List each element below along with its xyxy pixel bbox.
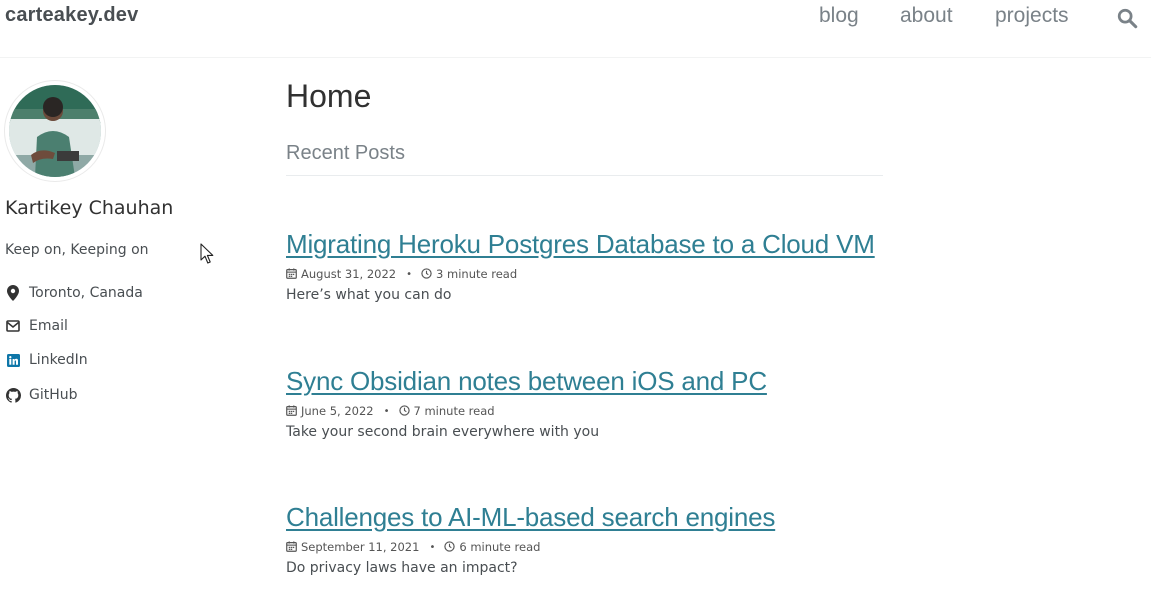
linkedin-link[interactable]: LinkedIn xyxy=(5,350,88,370)
post-title-link[interactable]: Sync Obsidian notes between iOS and PC xyxy=(286,366,767,397)
post-date: September 11, 2021 xyxy=(301,540,420,554)
masthead: carteakey.dev blog about projects xyxy=(0,0,1151,58)
post-date: June 5, 2022 xyxy=(301,404,374,418)
meta-separator: • xyxy=(406,268,413,280)
github-icon xyxy=(5,387,21,403)
post-meta: August 31, 2022 • 3 minute read xyxy=(286,267,906,281)
clock-icon xyxy=(398,405,411,417)
post-item: Sync Obsidian notes between iOS and PC J… xyxy=(286,366,906,440)
page-title: Home xyxy=(286,78,372,114)
avatar xyxy=(4,80,106,182)
envelope-icon xyxy=(5,318,21,334)
post-read-time: 6 minute read xyxy=(459,540,541,554)
post-title-link[interactable]: Migrating Heroku Postgres Database to a … xyxy=(286,229,875,260)
post-meta: September 11, 2021 • 6 minute read xyxy=(286,540,906,554)
clock-icon xyxy=(421,268,433,280)
meta-separator: • xyxy=(383,405,390,417)
map-marker-icon xyxy=(5,285,21,301)
email-label[interactable]: Email xyxy=(29,318,68,334)
location-label: Toronto, Canada xyxy=(29,285,143,301)
section-title-recent-posts: Recent Posts xyxy=(286,142,883,176)
github-link[interactable]: GitHub xyxy=(5,385,78,405)
author-bio: Keep on, Keeping on xyxy=(5,242,149,258)
linkedin-icon xyxy=(5,352,21,368)
calendar-icon xyxy=(286,405,298,417)
location-item: Toronto, Canada xyxy=(5,283,143,303)
post-title-link[interactable]: Challenges to AI-ML-based search engines xyxy=(286,502,775,533)
nav-link-blog[interactable]: blog xyxy=(819,4,859,28)
meta-separator: • xyxy=(429,541,436,553)
email-link[interactable]: Email xyxy=(5,316,68,336)
site-title-link[interactable]: carteakey.dev xyxy=(5,4,138,27)
search-icon[interactable] xyxy=(1114,5,1140,31)
post-item: Challenges to AI-ML-based search engines… xyxy=(286,502,906,576)
post-item: Migrating Heroku Postgres Database to a … xyxy=(286,229,906,303)
post-excerpt: Do privacy laws have an impact? xyxy=(286,560,518,576)
post-read-time: 7 minute read xyxy=(413,404,495,418)
post-excerpt: Take your second brain everywhere with y… xyxy=(286,424,600,440)
post-read-time: 3 minute read xyxy=(436,267,518,281)
post-meta: June 5, 2022 • 7 minute read xyxy=(286,404,906,418)
mouse-cursor-icon xyxy=(200,243,214,264)
github-label[interactable]: GitHub xyxy=(29,387,78,403)
calendar-icon xyxy=(286,268,298,280)
clock-icon xyxy=(444,541,456,553)
linkedin-label[interactable]: LinkedIn xyxy=(29,352,88,368)
author-name: Kartikey Chauhan xyxy=(5,197,174,219)
post-date: August 31, 2022 xyxy=(301,267,397,281)
calendar-icon xyxy=(286,541,298,553)
nav-link-projects[interactable]: projects xyxy=(995,4,1069,28)
post-excerpt: Here’s what you can do xyxy=(286,287,452,303)
nav-link-about[interactable]: about xyxy=(900,4,953,28)
